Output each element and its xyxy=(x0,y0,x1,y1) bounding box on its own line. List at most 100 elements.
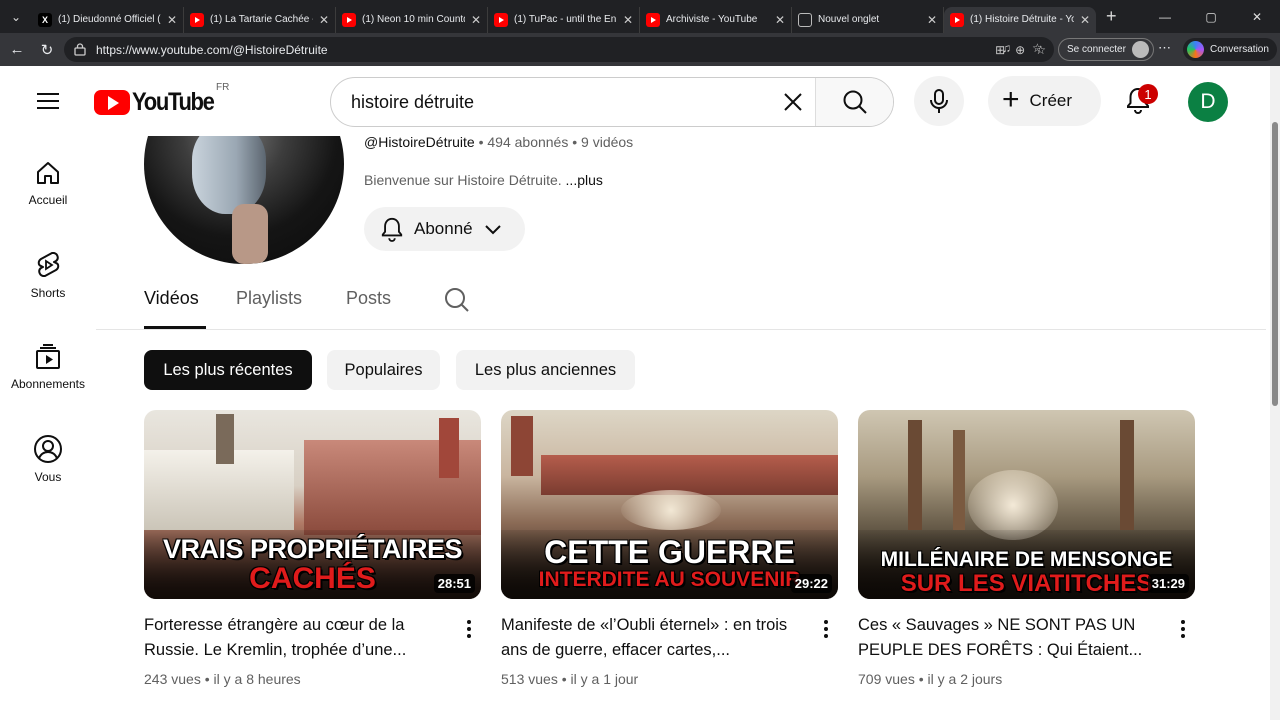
youtube-play-icon xyxy=(94,90,130,115)
country-code: FR xyxy=(216,82,230,93)
tabs-divider xyxy=(96,329,1266,330)
scrollbar-thumb[interactable] xyxy=(1272,122,1278,406)
menu-icon[interactable] xyxy=(36,89,60,113)
filter-chip-oldest[interactable]: Les plus anciennes xyxy=(456,350,635,390)
microphone-icon xyxy=(930,89,948,113)
video-card[interactable]: CETTE GUERRE INTERDITE AU SOUVENIR 29:22… xyxy=(501,410,838,687)
video-title[interactable]: Ces « Sauvages » NE SONT PAS UN PEUPLE D… xyxy=(858,613,1158,663)
minimize-icon[interactable]: — xyxy=(1142,0,1188,33)
tab-posts[interactable]: Posts xyxy=(346,288,391,309)
sidebar-item-label: Shorts xyxy=(30,286,66,300)
user-icon xyxy=(34,435,62,463)
filter-chip-recent[interactable]: Les plus récentes xyxy=(144,350,312,390)
extensions-icon[interactable]: ♫ xyxy=(1002,41,1011,55)
thumbnail-caption-line1: MILLÉNAIRE DE MENSONGE xyxy=(880,548,1173,571)
close-tab-icon[interactable]: ✕ xyxy=(623,13,633,27)
sidebar-item-abonnements[interactable]: Abonnements xyxy=(0,332,96,402)
shorts-icon xyxy=(37,252,60,277)
browser-tab[interactable]: X (1) Dieudonné Officiel ( ✕ xyxy=(32,6,184,33)
separator-dot: • xyxy=(561,671,567,687)
separator-dot: • xyxy=(478,134,484,150)
copilot-button[interactable]: Conversation xyxy=(1183,38,1277,61)
reload-icon[interactable]: ↻ xyxy=(32,35,62,65)
channel-stats: @HistoireDétruite • 494 abonnés • 9 vidé… xyxy=(364,134,633,150)
x-icon: X xyxy=(38,12,52,27)
search-input[interactable]: histoire détruite xyxy=(331,92,771,113)
browser-tab-title: (1) TuPac - until the En xyxy=(514,14,617,25)
site-info-icon[interactable] xyxy=(72,42,88,58)
close-tab-icon[interactable]: ✕ xyxy=(167,13,177,27)
video-meta: 513 vues • il y a 1 jour xyxy=(501,671,838,687)
subscribed-button[interactable]: Abonné xyxy=(364,207,525,251)
create-button[interactable]: + Créer xyxy=(988,76,1101,126)
separator-dot: • xyxy=(572,134,578,150)
signin-button[interactable]: Se connecter xyxy=(1058,38,1154,61)
video-card[interactable]: MILLÉNAIRE DE MENSONGE SUR LES VIATITCHE… xyxy=(858,410,1195,687)
close-tab-icon[interactable]: ✕ xyxy=(927,13,937,27)
favorites-icon[interactable]: ☆ xyxy=(1032,41,1043,55)
sidebar-item-accueil[interactable]: Accueil xyxy=(0,148,96,218)
video-thumbnail[interactable]: CETTE GUERRE INTERDITE AU SOUVENIR 29:22 xyxy=(501,410,838,599)
voice-search-button[interactable] xyxy=(914,76,964,126)
browser-tab[interactable]: (1) Neon 10 min Countd ✕ xyxy=(336,6,488,33)
search-button[interactable] xyxy=(815,78,893,126)
browser-tab-active[interactable]: (1) Histoire Détruite - Yo ✕ xyxy=(944,6,1096,33)
home-icon xyxy=(37,162,59,184)
browser-tab-title: (1) Histoire Détruite - Yo xyxy=(970,14,1074,25)
maximize-icon[interactable]: ▢ xyxy=(1188,0,1234,33)
close-tab-icon[interactable]: ✕ xyxy=(319,13,329,27)
sidebar-item-vous[interactable]: Vous xyxy=(0,424,96,494)
thumbnail-caption-line1: CETTE GUERRE xyxy=(544,534,795,570)
filter-chip-popular[interactable]: Populaires xyxy=(327,350,440,390)
more-link[interactable]: ...plus xyxy=(566,172,603,188)
profile-avatar-icon xyxy=(1131,41,1149,58)
video-duration: 28:51 xyxy=(433,574,475,593)
video-thumbnail[interactable]: VRAIS PROPRIÉTAIRES CACHÉS 28:51 xyxy=(144,410,481,599)
create-label: Créer xyxy=(1029,91,1073,110)
youtube-logo[interactable]: YouTube FR xyxy=(94,82,229,117)
video-more-icon[interactable] xyxy=(814,617,838,641)
browser-tab-title: (1) Dieudonné Officiel ( xyxy=(58,14,161,25)
back-icon[interactable]: ← xyxy=(2,35,32,65)
video-title[interactable]: Forteresse étrangère au cœur de la Russi… xyxy=(144,613,444,663)
tab-videos[interactable]: Vidéos xyxy=(144,288,199,309)
tab-playlists[interactable]: Playlists xyxy=(236,288,302,309)
sidebar-item-label: Abonnements xyxy=(10,377,86,391)
thumbnail-caption-line2: INTERDITE AU SOUVENIR xyxy=(538,568,801,591)
sidebar-item-shorts[interactable]: Shorts xyxy=(0,240,96,310)
close-tab-icon[interactable]: ✕ xyxy=(1080,13,1090,27)
browser-toolbar: ← ↻ https://www.youtube.com/@HistoireDét… xyxy=(0,33,1280,66)
address-bar[interactable]: https://www.youtube.com/@HistoireDétruit… xyxy=(64,37,1054,62)
sidebar: Accueil Shorts Abonnements Vous xyxy=(0,136,96,720)
close-tab-icon[interactable]: ✕ xyxy=(775,13,785,27)
close-tab-icon[interactable]: ✕ xyxy=(471,13,481,27)
zoom-icon[interactable]: ⊕ xyxy=(1015,43,1025,57)
video-duration: 31:29 xyxy=(1147,574,1189,593)
video-more-icon[interactable] xyxy=(457,617,481,641)
browser-tab-title: (1) Neon 10 min Countd xyxy=(362,14,465,25)
video-meta: 709 vues • il y a 2 jours xyxy=(858,671,1195,687)
browser-tab[interactable]: Archiviste - YouTube ✕ xyxy=(640,6,792,33)
browser-tab-title: Nouvel onglet xyxy=(818,14,880,25)
channel-description[interactable]: Bienvenue sur Histoire Détruite. ...plus xyxy=(364,172,603,188)
browser-tab[interactable]: Nouvel onglet ✕ xyxy=(792,6,944,33)
copilot-label: Conversation xyxy=(1210,44,1269,55)
user-avatar[interactable]: D xyxy=(1188,82,1228,122)
upload-age: il y a 8 heures xyxy=(213,671,301,687)
more-menu-icon[interactable]: ⋯ xyxy=(1158,40,1171,56)
channel-search-icon[interactable] xyxy=(444,287,470,318)
video-card[interactable]: VRAIS PROPRIÉTAIRES CACHÉS 28:51 Fortere… xyxy=(144,410,481,687)
logo-wordmark: YouTube xyxy=(132,88,215,116)
new-tab-icon[interactable]: + xyxy=(1106,6,1126,27)
close-window-icon[interactable]: ✕ xyxy=(1234,0,1280,33)
channel-avatar xyxy=(144,136,344,264)
tab-search-icon[interactable]: ⌄ xyxy=(0,0,32,33)
browser-tab[interactable]: (1) TuPac - until the En ✕ xyxy=(488,6,640,33)
video-thumbnail[interactable]: MILLÉNAIRE DE MENSONGE SUR LES VIATITCHE… xyxy=(858,410,1195,599)
browser-tab[interactable]: (1) La Tartarie Cachée - ✕ xyxy=(184,6,336,33)
newtab-icon xyxy=(798,12,812,27)
clear-search-icon[interactable] xyxy=(771,80,815,124)
sidebar-item-label: Accueil xyxy=(28,193,68,207)
video-title[interactable]: Manifeste de «l’Oubli éternel» : en troi… xyxy=(501,613,801,663)
video-more-icon[interactable] xyxy=(1171,617,1195,641)
